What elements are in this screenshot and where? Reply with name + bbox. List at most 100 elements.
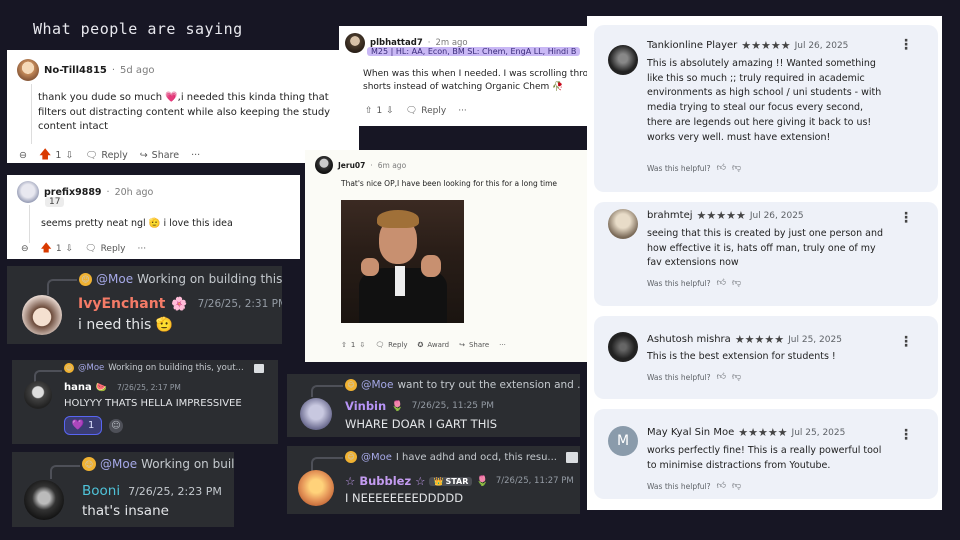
reply-button[interactable]: 🗨 Reply xyxy=(406,106,446,116)
name-emoji: 🌷 xyxy=(476,475,489,487)
reddit-comment-card: Jeru07 · 6m ago That's nice OP,I have be… xyxy=(305,150,587,362)
username[interactable]: hana xyxy=(64,382,92,393)
share-button[interactable]: ↪ Share xyxy=(140,150,179,161)
thumbs-down-icon[interactable]: 👎︎ xyxy=(732,372,741,382)
name-emoji: 🍉 xyxy=(95,382,107,393)
helpful-label: Was this helpful? xyxy=(647,163,711,173)
upvote-icon[interactable]: 🡅 xyxy=(41,239,52,258)
helpful-label: Was this helpful? xyxy=(647,372,711,382)
downvote-icon[interactable]: ⇩ xyxy=(66,244,74,254)
section-heading: What people are saying xyxy=(33,20,243,38)
add-reaction-icon[interactable]: ☺ xyxy=(109,419,123,433)
review-text: This is absolutely amazing !! Wanted som… xyxy=(647,58,882,143)
vote-count: 1 xyxy=(55,243,62,254)
reviewer-name: Ashutosh mishra xyxy=(647,334,731,345)
avatar[interactable] xyxy=(22,295,62,335)
message-text: that's insane xyxy=(82,503,169,519)
reply-button[interactable]: 🗨 Reply xyxy=(375,341,407,349)
discord-message: ☺ @Moe want to try out the extension and… xyxy=(287,374,580,437)
reddit-comment-card: No-Till4815 · 5d ago thank you dude so m… xyxy=(7,50,359,163)
username[interactable]: No-Till4815 xyxy=(44,65,107,76)
star-rating: ★★★★★ xyxy=(738,426,788,439)
more-options-icon[interactable]: ⋮ xyxy=(899,210,913,226)
message-text: HOLYYY THATS HELLA IMPRESSIVEE xyxy=(64,398,242,409)
downvote-icon[interactable]: ⇩ xyxy=(359,341,365,349)
reply-username[interactable]: @Moe xyxy=(78,363,104,373)
more-button[interactable]: ··· xyxy=(458,106,467,116)
share-icon: ↪ xyxy=(139,150,148,161)
award-icon: ✪ xyxy=(417,341,424,349)
downvote-icon[interactable]: ⇩ xyxy=(386,106,394,116)
thumbs-down-icon[interactable]: 👎︎ xyxy=(732,278,741,288)
avatar[interactable] xyxy=(345,33,365,53)
avatar[interactable] xyxy=(24,381,52,409)
username[interactable]: prefix9889 xyxy=(44,187,102,198)
reply-button[interactable]: 🗨 Reply xyxy=(85,150,127,161)
more-button[interactable]: ··· xyxy=(138,244,147,254)
thumbs-up-icon[interactable]: 👍︎ xyxy=(717,163,726,173)
name-emoji: 🌷 xyxy=(391,400,404,412)
discord-message: ☺ @Moe Working on building this IvyEncha… xyxy=(7,266,282,344)
more-options-icon[interactable]: ⋮ xyxy=(899,427,913,443)
avatar[interactable] xyxy=(300,398,332,430)
upvote-icon[interactable]: ⇧ xyxy=(365,106,373,116)
thumbs-down-icon[interactable]: 👎︎ xyxy=(732,481,741,491)
discord-message: ☺ @Moe I have adhd and ocd, this resu...… xyxy=(287,446,580,514)
reviewer-avatar: M xyxy=(608,426,638,456)
reply-button[interactable]: 🗨 Reply xyxy=(85,244,125,254)
upvote-icon[interactable]: 🡅 xyxy=(39,145,51,163)
thumbs-up-icon[interactable]: 👍︎ xyxy=(717,278,726,288)
reply-preview[interactable]: want to try out the extension and ... xyxy=(397,379,580,391)
comment-icon: 🗨 xyxy=(85,150,98,161)
timestamp: 7/26/25, 2:23 PM xyxy=(128,484,222,498)
avatar[interactable] xyxy=(17,59,39,81)
reply-preview[interactable]: Working on buil xyxy=(141,457,234,471)
reply-username[interactable]: @Moe xyxy=(361,379,393,391)
thumbs-up-icon[interactable]: 👍︎ xyxy=(717,372,726,382)
upvote-icon[interactable]: ⇧ xyxy=(341,341,347,349)
username[interactable]: Jeru07 xyxy=(338,161,365,170)
vote-count: 1 xyxy=(350,341,356,349)
reply-avatar[interactable]: ☺ xyxy=(64,363,74,373)
reply-username[interactable]: @Moe xyxy=(100,457,137,471)
username[interactable]: IvyEnchant xyxy=(78,296,165,312)
avatar[interactable] xyxy=(298,470,334,506)
reply-avatar[interactable]: ☺ xyxy=(82,457,96,471)
collapse-icon[interactable]: ⊖ xyxy=(21,244,29,254)
reply-preview[interactable]: Working on building this xyxy=(137,272,282,286)
review-text: seeing that this is created by just one … xyxy=(647,228,884,269)
avatar[interactable] xyxy=(315,156,333,174)
username[interactable]: Booni xyxy=(82,483,120,499)
reply-avatar[interactable]: ☺ xyxy=(345,451,357,463)
avatar[interactable] xyxy=(17,181,39,203)
reaction-gif[interactable] xyxy=(341,200,464,323)
avatar[interactable] xyxy=(24,480,64,520)
reply-preview[interactable]: Working on building this, yout... xyxy=(108,363,243,373)
share-button[interactable]: ↪ Share xyxy=(459,341,489,349)
user-flair: M25 | HL: AA, Econ, BM SL: Chem, EngA LL… xyxy=(367,47,581,56)
vote-count: 1 xyxy=(55,150,62,161)
reply-avatar[interactable]: ☺ xyxy=(79,272,92,286)
reaction-button[interactable]: 💜 1 xyxy=(64,416,102,435)
reddit-comment-card: prefix9889 · 20h ago 17 seems pretty nea… xyxy=(7,175,300,259)
more-button[interactable]: ··· xyxy=(191,150,200,161)
reply-username[interactable]: @Moe xyxy=(96,272,133,286)
thumbs-up-icon[interactable]: 👍︎ xyxy=(717,481,726,491)
thumbs-down-icon[interactable]: 👎︎ xyxy=(732,163,741,173)
reviewer-avatar xyxy=(608,45,638,75)
username[interactable]: Vinbin xyxy=(345,399,386,413)
reviewer-name: brahmtej xyxy=(647,210,693,221)
collapse-icon[interactable]: ⊖ xyxy=(19,150,27,161)
award-button[interactable]: ✪ Award xyxy=(418,341,450,349)
message-text: I NEEEEEEEEDDDDD xyxy=(345,491,464,505)
username[interactable]: ☆ Bubblez ☆ xyxy=(345,474,425,488)
reply-username[interactable]: @Moe xyxy=(361,452,392,463)
more-options-icon[interactable]: ⋮ xyxy=(899,334,913,350)
downvote-icon[interactable]: ⇩ xyxy=(65,150,73,161)
reply-avatar[interactable]: ☺ xyxy=(345,379,357,391)
reviewer-name: Tankionline Player xyxy=(647,40,738,51)
timestamp: 6m ago xyxy=(377,160,407,170)
more-options-icon[interactable]: ⋮ xyxy=(899,37,913,53)
more-button[interactable]: ··· xyxy=(499,341,506,349)
reply-preview[interactable]: I have adhd and ocd, this resu... xyxy=(396,452,557,463)
